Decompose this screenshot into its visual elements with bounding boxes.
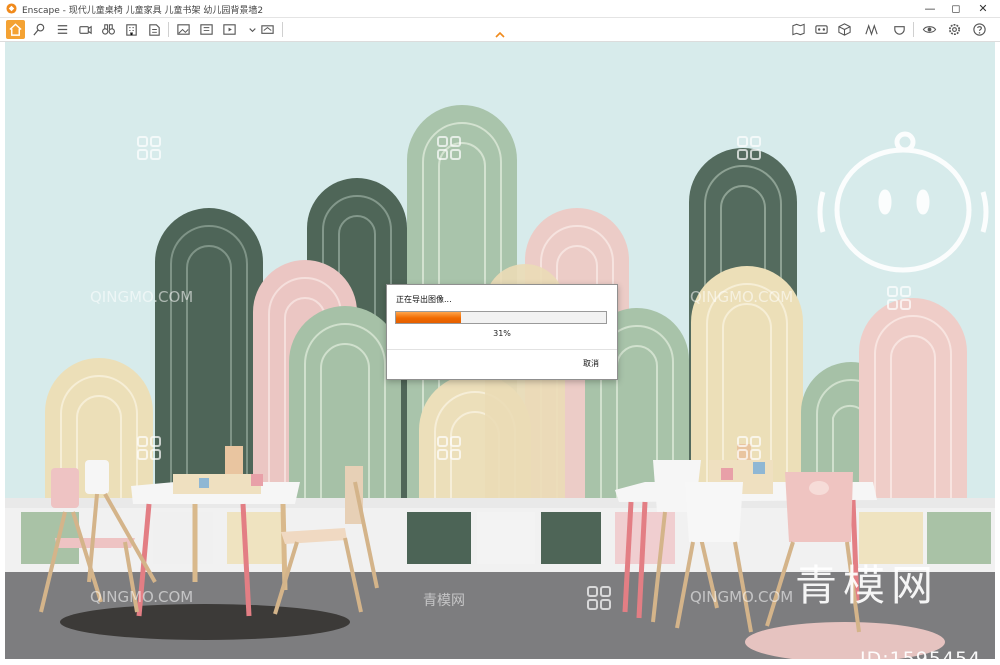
watermark-text: 青模网	[423, 593, 465, 609]
minimize-button[interactable]: —	[917, 0, 943, 17]
watermark-text: QINGMO.COM	[690, 288, 794, 306]
cube-icon	[838, 23, 851, 36]
vr-button[interactable]	[812, 20, 831, 39]
home-icon	[9, 23, 22, 36]
collapse-toolbar-chevron-icon[interactable]	[494, 30, 506, 40]
export-panorama-button[interactable]	[258, 20, 277, 39]
view-settings-button[interactable]	[920, 20, 939, 39]
watermark-big-text: 青模网	[795, 561, 940, 610]
window-title: Enscape - 现代儿童桌椅 儿童家具 儿童书架 幼儿园背景墙2	[22, 6, 264, 16]
toolbar-divider	[282, 22, 283, 37]
watermark-logo-icon	[437, 436, 461, 460]
watermark-text: QINGMO.COM	[90, 588, 194, 606]
enscape-logo-icon	[6, 3, 17, 14]
progress-percent-label: 31%	[493, 329, 511, 338]
settings-icon	[948, 23, 961, 36]
vr-icon	[815, 25, 828, 34]
pin-button[interactable]	[30, 20, 49, 39]
settings-button[interactable]	[945, 20, 964, 39]
export-video-icon	[223, 24, 236, 35]
binoculars-button[interactable]	[99, 20, 118, 39]
list-button[interactable]	[53, 20, 72, 39]
window-titlebar: Enscape - 现代儿童桌椅 儿童家具 儿童书架 幼儿园背景墙2 — ◻ ✕	[0, 0, 1000, 18]
cube-button[interactable]	[835, 20, 854, 39]
video-path-button[interactable]	[76, 20, 95, 39]
export-video-button[interactable]	[220, 20, 239, 39]
capture-image-icon	[177, 24, 190, 35]
map-button[interactable]	[789, 20, 808, 39]
floor-rug	[60, 604, 350, 640]
watermark-logo-icon	[737, 136, 761, 160]
batch-render-button[interactable]	[197, 20, 216, 39]
help-icon	[973, 23, 986, 36]
batch-render-icon	[200, 24, 213, 35]
book-button[interactable]	[145, 20, 164, 39]
help-button[interactable]	[970, 20, 989, 39]
watermark-text: QINGMO.COM	[90, 288, 194, 306]
map-icon	[792, 23, 805, 36]
dialog-divider	[387, 349, 617, 350]
watermark-logo-icon	[437, 136, 461, 160]
book-icon	[149, 24, 160, 36]
capture-image-button[interactable]	[174, 20, 193, 39]
watermark-logo-icon	[137, 436, 161, 460]
toolbar-divider	[913, 22, 914, 37]
export-progress-bar	[395, 311, 607, 324]
binoculars-icon	[102, 24, 115, 35]
asset-library-icon	[865, 23, 878, 36]
home-button[interactable]	[6, 20, 25, 39]
pin-icon	[33, 23, 45, 36]
building-button[interactable]	[122, 20, 141, 39]
watermark-text: QINGMO.COM	[690, 588, 794, 606]
toolbar-divider	[168, 22, 169, 37]
maximize-button[interactable]: ◻	[943, 0, 969, 17]
export-panorama-icon	[261, 25, 274, 34]
close-button[interactable]: ✕	[970, 0, 996, 17]
watermark-logo-icon	[137, 136, 161, 160]
material-button[interactable]	[890, 20, 909, 39]
export-progress-dialog: 正在导出图像... 31% 取消	[386, 284, 618, 380]
watermark-logo-icon	[737, 436, 761, 460]
view-settings-icon	[922, 26, 937, 33]
watermark-logo-icon	[887, 286, 911, 310]
dialog-title: 正在导出图像...	[396, 295, 452, 304]
progress-fill	[396, 312, 462, 323]
arch-panel	[155, 208, 263, 503]
list-icon	[57, 25, 68, 34]
cancel-button[interactable]: 取消	[583, 358, 599, 369]
watermark-id-text: ID:1595454	[860, 648, 982, 659]
watermark-logo-icon	[587, 586, 611, 610]
video-path-icon	[79, 25, 92, 35]
asset-library-button[interactable]	[862, 20, 881, 39]
arch-panel	[859, 298, 967, 502]
building-icon	[126, 24, 137, 36]
material-icon	[894, 26, 905, 35]
